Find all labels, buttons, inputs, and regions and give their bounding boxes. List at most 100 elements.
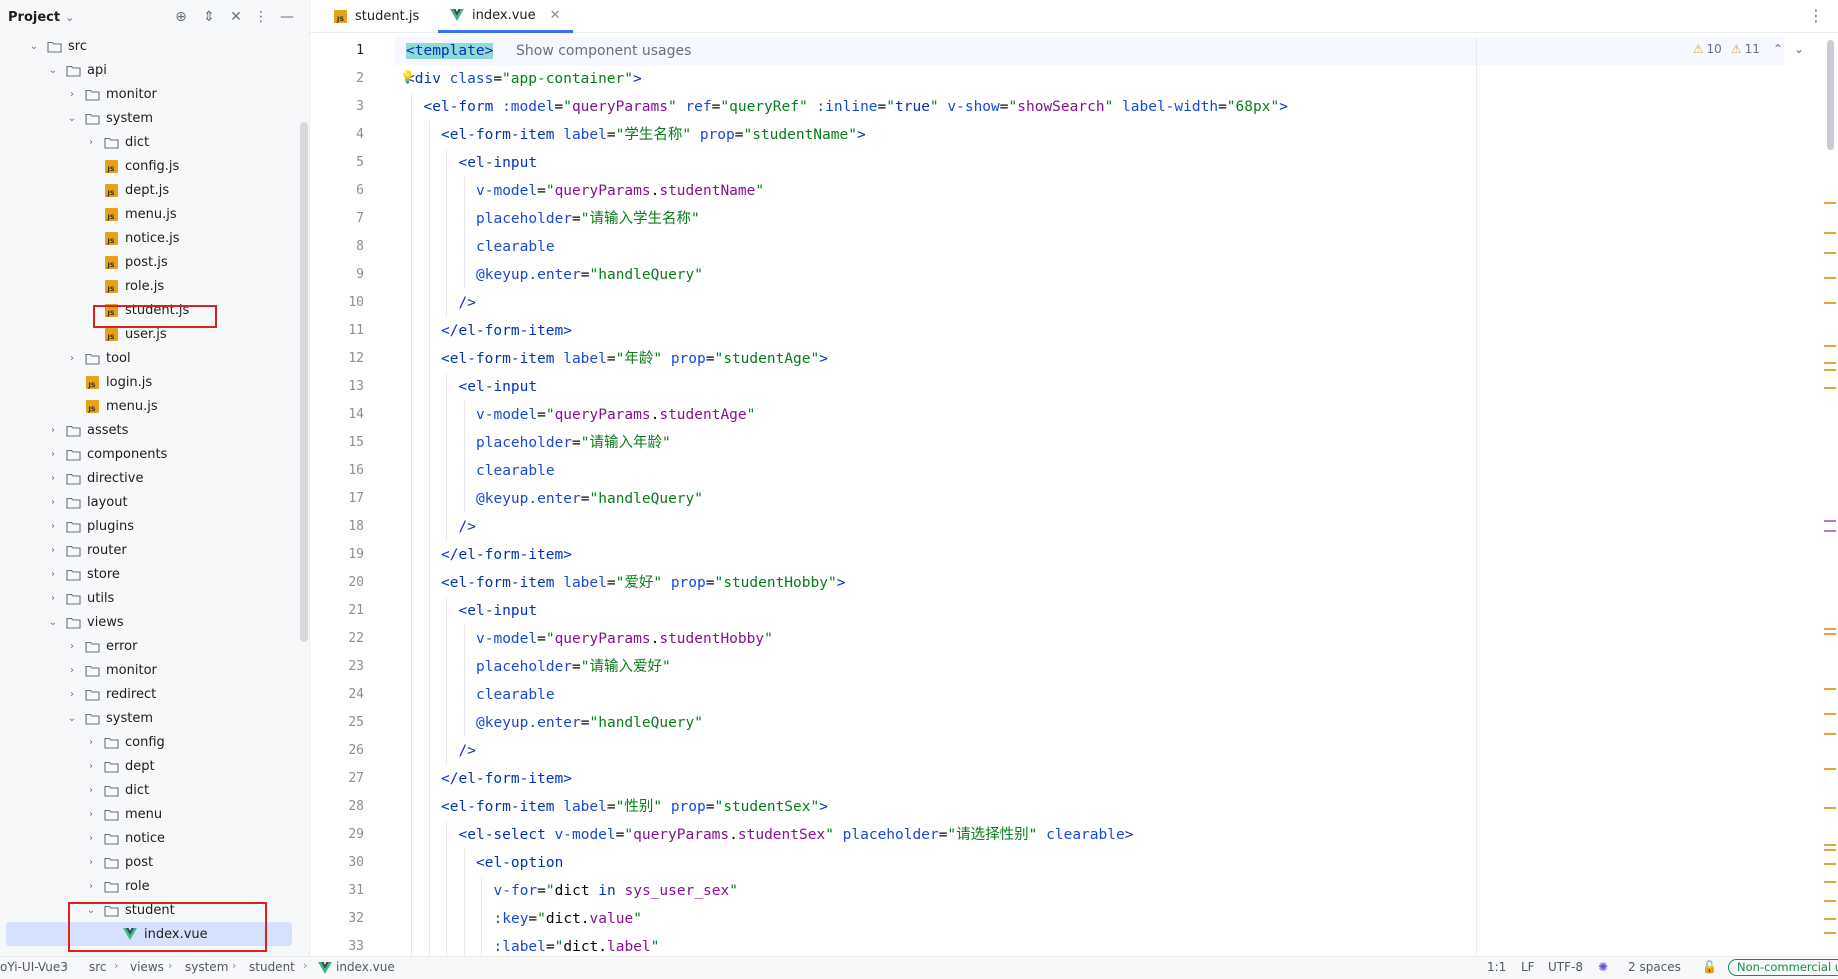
chevron-right-icon[interactable]: › — [47, 449, 59, 460]
stripe-mark[interactable] — [1824, 733, 1836, 735]
more-options-icon[interactable]: ⋮ — [252, 8, 270, 26]
tab-index-vue[interactable]: index.vue ✕ — [438, 0, 573, 33]
tree-item[interactable]: ⌄ system — [0, 706, 296, 730]
line-number[interactable]: 27 — [310, 765, 394, 793]
tree-item[interactable]: › menu — [0, 802, 296, 826]
code-line[interactable]: placeholder="请输入爱好" — [394, 653, 1784, 681]
code-line[interactable]: placeholder="请输入年龄" — [394, 429, 1784, 457]
chevron-right-icon[interactable]: › — [85, 809, 97, 820]
chevron-down-icon[interactable]: ⌄ — [66, 113, 78, 124]
line-number[interactable]: 10 — [310, 289, 394, 317]
line-number[interactable]: 29 — [310, 821, 394, 849]
code-line[interactable]: </el-form-item> — [394, 541, 1784, 569]
chevron-right-icon[interactable]: › — [47, 569, 59, 580]
code-line[interactable]: @keyup.enter="handleQuery" — [394, 485, 1784, 513]
tree-item[interactable]: ⌄ views — [0, 610, 296, 634]
chevron-right-icon[interactable]: › — [85, 857, 97, 868]
line-number[interactable]: 32 — [310, 905, 394, 933]
error-stripe[interactable] — [1824, 37, 1836, 956]
stripe-mark[interactable] — [1824, 932, 1836, 934]
chevron-right-icon[interactable]: › — [66, 665, 78, 676]
chevron-down-icon[interactable]: ⌄ — [47, 617, 59, 628]
stripe-mark[interactable] — [1824, 369, 1836, 371]
locate-file-icon[interactable]: ⊕ — [172, 8, 190, 26]
code-line[interactable]: <div class="app-container"> 💡 — [394, 65, 1784, 93]
tree-item[interactable]: JS notice.js — [0, 226, 296, 250]
line-number[interactable]: 23 — [310, 653, 394, 681]
inlay-hint[interactable]: Show component usages — [516, 37, 691, 65]
file-encoding[interactable]: UTF-8 — [1548, 960, 1583, 974]
stripe-mark[interactable] — [1824, 387, 1836, 389]
line-number[interactable]: 8 — [310, 233, 394, 261]
lock-icon[interactable]: 🔓 — [1702, 960, 1717, 974]
code-line[interactable]: <el-form-item label="爱好" prop="studentHo… — [394, 569, 1784, 597]
close-icon[interactable]: ✕ — [550, 8, 561, 23]
code-line[interactable]: <el-form-item label="年龄" prop="studentAg… — [394, 345, 1784, 373]
tree-item[interactable]: JS login.js — [0, 370, 296, 394]
code-line[interactable]: <el-option — [394, 849, 1784, 877]
tab-student-js[interactable]: JS student.js — [322, 0, 431, 33]
code-line[interactable]: placeholder="请输入学生名称" — [394, 205, 1784, 233]
ai-assistant-icon[interactable]: ✺ — [1598, 960, 1608, 974]
tree-item[interactable]: › dict — [0, 778, 296, 802]
tree-item[interactable]: JS menu.js — [0, 394, 296, 418]
code-line[interactable]: @keyup.enter="handleQuery" — [394, 709, 1784, 737]
tree-item[interactable]: › tool — [0, 346, 296, 370]
expand-all-icon[interactable]: ⇕ — [200, 8, 218, 26]
line-number[interactable]: 18 — [310, 513, 394, 541]
project-title[interactable]: Project — [8, 10, 60, 25]
line-number[interactable]: 11 — [310, 317, 394, 345]
tree-item[interactable]: JS menu.js — [0, 202, 296, 226]
line-number[interactable]: 16 — [310, 457, 394, 485]
lightbulb-icon[interactable]: 💡 — [400, 63, 415, 91]
line-number[interactable]: 19 — [310, 541, 394, 569]
code-line[interactable]: /> — [394, 289, 1784, 317]
code-line[interactable]: <el-form-item label="学生名称" prop="student… — [394, 121, 1784, 149]
chevron-down-icon[interactable]: ⌄ — [65, 11, 74, 24]
breadcrumb-file[interactable]: index.vue — [336, 960, 395, 974]
stripe-mark[interactable] — [1824, 277, 1836, 279]
code-line[interactable]: clearable — [394, 233, 1784, 261]
chevron-right-icon[interactable]: › — [66, 89, 78, 100]
stripe-mark[interactable] — [1824, 302, 1836, 304]
code-line[interactable]: <el-select v-model="queryParams.studentS… — [394, 821, 1784, 849]
editor-scrollbar[interactable] — [1827, 40, 1834, 150]
line-number[interactable]: 21 — [310, 597, 394, 625]
tree-item[interactable]: › post — [0, 850, 296, 874]
line-number[interactable]: 30 — [310, 849, 394, 877]
chevron-down-icon[interactable]: ⌄ — [47, 65, 59, 76]
code-line[interactable]: clearable — [394, 681, 1784, 709]
code-line[interactable]: v-for="dict in sys_user_sex" — [394, 877, 1784, 905]
license-badge[interactable]: Non-commercial us — [1728, 959, 1838, 976]
breadcrumb-views[interactable]: views — [130, 960, 164, 974]
chevron-right-icon[interactable]: › — [47, 593, 59, 604]
stripe-mark[interactable] — [1824, 232, 1836, 234]
code-line[interactable]: <el-form-item label="性别" prop="studentSe… — [394, 793, 1784, 821]
tree-item[interactable]: › notice — [0, 826, 296, 850]
tree-item[interactable]: › redirect — [0, 682, 296, 706]
chevron-down-icon[interactable]: ⌄ — [28, 41, 40, 52]
tree-item[interactable]: ⌄ api — [0, 58, 296, 82]
tree-item[interactable]: › utils — [0, 586, 296, 610]
hide-panel-icon[interactable]: — — [278, 8, 296, 26]
chevron-right-icon[interactable]: › — [47, 473, 59, 484]
code-line[interactable]: /> — [394, 513, 1784, 541]
line-number[interactable]: 28 — [310, 793, 394, 821]
breadcrumb-system[interactable]: system — [185, 960, 228, 974]
stripe-mark[interactable] — [1824, 713, 1836, 715]
line-number[interactable]: 9 — [310, 261, 394, 289]
chevron-right-icon[interactable]: › — [66, 689, 78, 700]
chevron-right-icon[interactable]: › — [47, 497, 59, 508]
chevron-up-icon[interactable]: ⌃ — [1773, 42, 1783, 56]
tree-item[interactable]: JS config.js — [0, 154, 296, 178]
line-number[interactable]: 13 — [310, 373, 394, 401]
stripe-mark[interactable] — [1824, 628, 1836, 630]
stripe-mark[interactable] — [1824, 520, 1836, 522]
tree-item[interactable]: › config — [0, 730, 296, 754]
tree-item[interactable]: › role — [0, 874, 296, 898]
tree-item[interactable]: › monitor — [0, 82, 296, 106]
code-content[interactable]: <template> Show component usages <div clas… — [394, 37, 1784, 961]
chevron-right-icon[interactable]: › — [85, 761, 97, 772]
code-line[interactable]: <el-input — [394, 149, 1784, 177]
code-line[interactable]: <el-input — [394, 373, 1784, 401]
